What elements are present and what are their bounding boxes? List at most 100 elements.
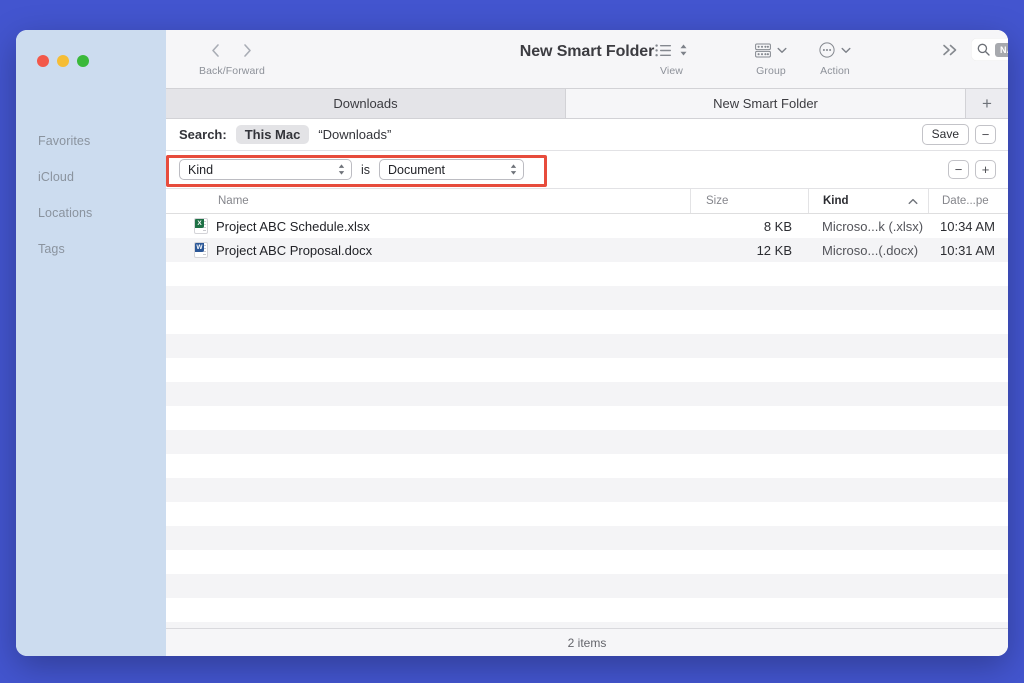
scope-this-mac[interactable]: This Mac xyxy=(236,125,310,144)
file-kind-cell: Microso...(.docx) xyxy=(808,243,928,258)
zoom-button[interactable] xyxy=(77,55,89,67)
window-title: New Smart Folder xyxy=(166,43,1008,61)
criteria-attribute-select[interactable]: Kind xyxy=(179,159,352,180)
back-forward-group: Back/Forward xyxy=(199,38,265,77)
new-tab-button[interactable]: + xyxy=(966,88,1008,118)
word-file-icon-glyph: W xyxy=(195,243,204,252)
traffic-lights xyxy=(37,55,89,67)
search-icon xyxy=(977,43,990,56)
column-header-size-label: Size xyxy=(706,195,728,207)
group-icon[interactable] xyxy=(755,43,771,58)
view-updown-icon[interactable] xyxy=(679,43,688,57)
empty-row xyxy=(166,502,1008,526)
empty-row xyxy=(166,454,1008,478)
sidebar-sections: Favorites iCloud Locations Tags xyxy=(16,123,166,267)
search-token-label: NAME xyxy=(1000,45,1008,55)
tab-new-smart-folder[interactable]: New Smart Folder xyxy=(566,88,966,118)
column-header-name[interactable]: Name xyxy=(166,189,690,213)
back-forward-label: Back/Forward xyxy=(199,65,265,77)
empty-row xyxy=(166,286,1008,310)
action-group: Action xyxy=(819,38,851,77)
file-list[interactable]: X Project ABC Schedule.xlsx 8 KB Microso… xyxy=(166,214,1008,628)
minimize-button[interactable] xyxy=(57,55,69,67)
scope-downloads[interactable]: “Downloads” xyxy=(309,125,400,144)
sidebar-section-favorites[interactable]: Favorites xyxy=(16,123,166,159)
empty-row xyxy=(166,598,1008,622)
criteria-operator-label: is xyxy=(361,163,370,177)
view-label: View xyxy=(660,65,683,77)
sidebar-section-tags[interactable]: Tags xyxy=(16,231,166,267)
group-label: Group xyxy=(756,65,786,77)
sort-ascending-icon xyxy=(908,198,918,205)
criteria-value-value: Document xyxy=(388,163,508,177)
close-button[interactable] xyxy=(37,55,49,67)
empty-row xyxy=(166,358,1008,382)
list-view-icon[interactable] xyxy=(655,44,672,57)
search-scope-row: Search: This Mac “Downloads” Save − xyxy=(166,119,1008,151)
finder-window: Favorites iCloud Locations Tags Back/For… xyxy=(16,30,1008,656)
add-criteria-button[interactable]: + xyxy=(975,160,996,179)
tab-downloads-label: Downloads xyxy=(333,96,397,111)
excel-file-icon-glyph: X xyxy=(195,219,204,228)
toolbar-overflow-icon[interactable] xyxy=(941,43,959,57)
file-name-label: Project ABC Proposal.docx xyxy=(216,243,372,258)
column-header-date[interactable]: Date...pe xyxy=(928,189,1008,213)
column-header-kind-label: Kind xyxy=(823,195,849,207)
file-size-cell: 12 KB xyxy=(690,243,808,258)
search-scope-label: Search: xyxy=(179,127,227,142)
file-name-cell: W Project ABC Proposal.docx xyxy=(166,242,690,258)
sidebar: Favorites iCloud Locations Tags xyxy=(16,30,166,656)
column-headers: Name Size Kind Date...pe xyxy=(166,189,1008,214)
file-size-cell: 8 KB xyxy=(690,219,808,234)
empty-row xyxy=(166,478,1008,502)
criteria-value-select[interactable]: Document xyxy=(379,159,524,180)
empty-row xyxy=(166,550,1008,574)
excel-file-icon: X xyxy=(194,218,208,234)
save-button[interactable]: Save xyxy=(922,124,969,145)
search-label: Search xyxy=(971,65,1008,77)
word-file-icon: W xyxy=(194,242,208,258)
group-group: Group xyxy=(755,38,787,77)
criteria-attribute-value: Kind xyxy=(188,163,336,177)
back-icon[interactable] xyxy=(205,39,227,61)
tab-bar: Downloads New Smart Folder + xyxy=(166,88,1008,119)
search-group: NAME Project AB ✕ Search xyxy=(971,38,1008,77)
column-header-size[interactable]: Size xyxy=(690,189,808,213)
table-row[interactable]: X Project ABC Schedule.xlsx 8 KB Microso… xyxy=(166,214,1008,238)
file-date-cell: 10:31 AM xyxy=(928,243,1008,258)
empty-row xyxy=(166,310,1008,334)
empty-row xyxy=(166,262,1008,286)
window-content: Back/Forward New Smart Folder xyxy=(166,30,1008,656)
toolbar: Back/Forward New Smart Folder xyxy=(166,30,1008,88)
empty-row xyxy=(166,382,1008,406)
remove-criteria-button[interactable]: − xyxy=(948,160,969,179)
search-field[interactable]: NAME Project AB ✕ xyxy=(971,38,1008,61)
criteria-row: Kind is Document − + xyxy=(166,151,1008,189)
empty-row xyxy=(166,334,1008,358)
tab-downloads[interactable]: Downloads xyxy=(166,88,566,118)
empty-row xyxy=(166,406,1008,430)
file-kind-cell: Microso...k (.xlsx) xyxy=(808,219,928,234)
file-date-cell: 10:34 AM xyxy=(928,219,1008,234)
search-token-name[interactable]: NAME xyxy=(995,43,1008,57)
view-group: View xyxy=(655,38,688,77)
sidebar-section-locations[interactable]: Locations xyxy=(16,195,166,231)
empty-row xyxy=(166,526,1008,550)
table-row[interactable]: W Project ABC Proposal.docx 12 KB Micros… xyxy=(166,238,1008,262)
criteria-value-updown-icon xyxy=(508,163,519,176)
action-chevron-down-icon[interactable] xyxy=(841,47,851,54)
empty-row xyxy=(166,430,1008,454)
forward-icon[interactable] xyxy=(237,39,259,61)
action-icon[interactable] xyxy=(819,42,835,58)
remove-search-button[interactable]: − xyxy=(975,125,996,144)
status-bar: 2 items xyxy=(166,628,1008,656)
tab-new-smart-folder-label: New Smart Folder xyxy=(713,96,818,111)
sidebar-section-icloud[interactable]: iCloud xyxy=(16,159,166,195)
column-header-date-label: Date...pe xyxy=(942,195,989,207)
item-count-label: 2 items xyxy=(568,636,607,650)
group-chevron-down-icon[interactable] xyxy=(777,47,787,54)
file-name-cell: X Project ABC Schedule.xlsx xyxy=(166,218,690,234)
column-header-name-label: Name xyxy=(218,195,249,207)
file-name-label: Project ABC Schedule.xlsx xyxy=(216,219,370,234)
column-header-kind[interactable]: Kind xyxy=(808,189,928,213)
